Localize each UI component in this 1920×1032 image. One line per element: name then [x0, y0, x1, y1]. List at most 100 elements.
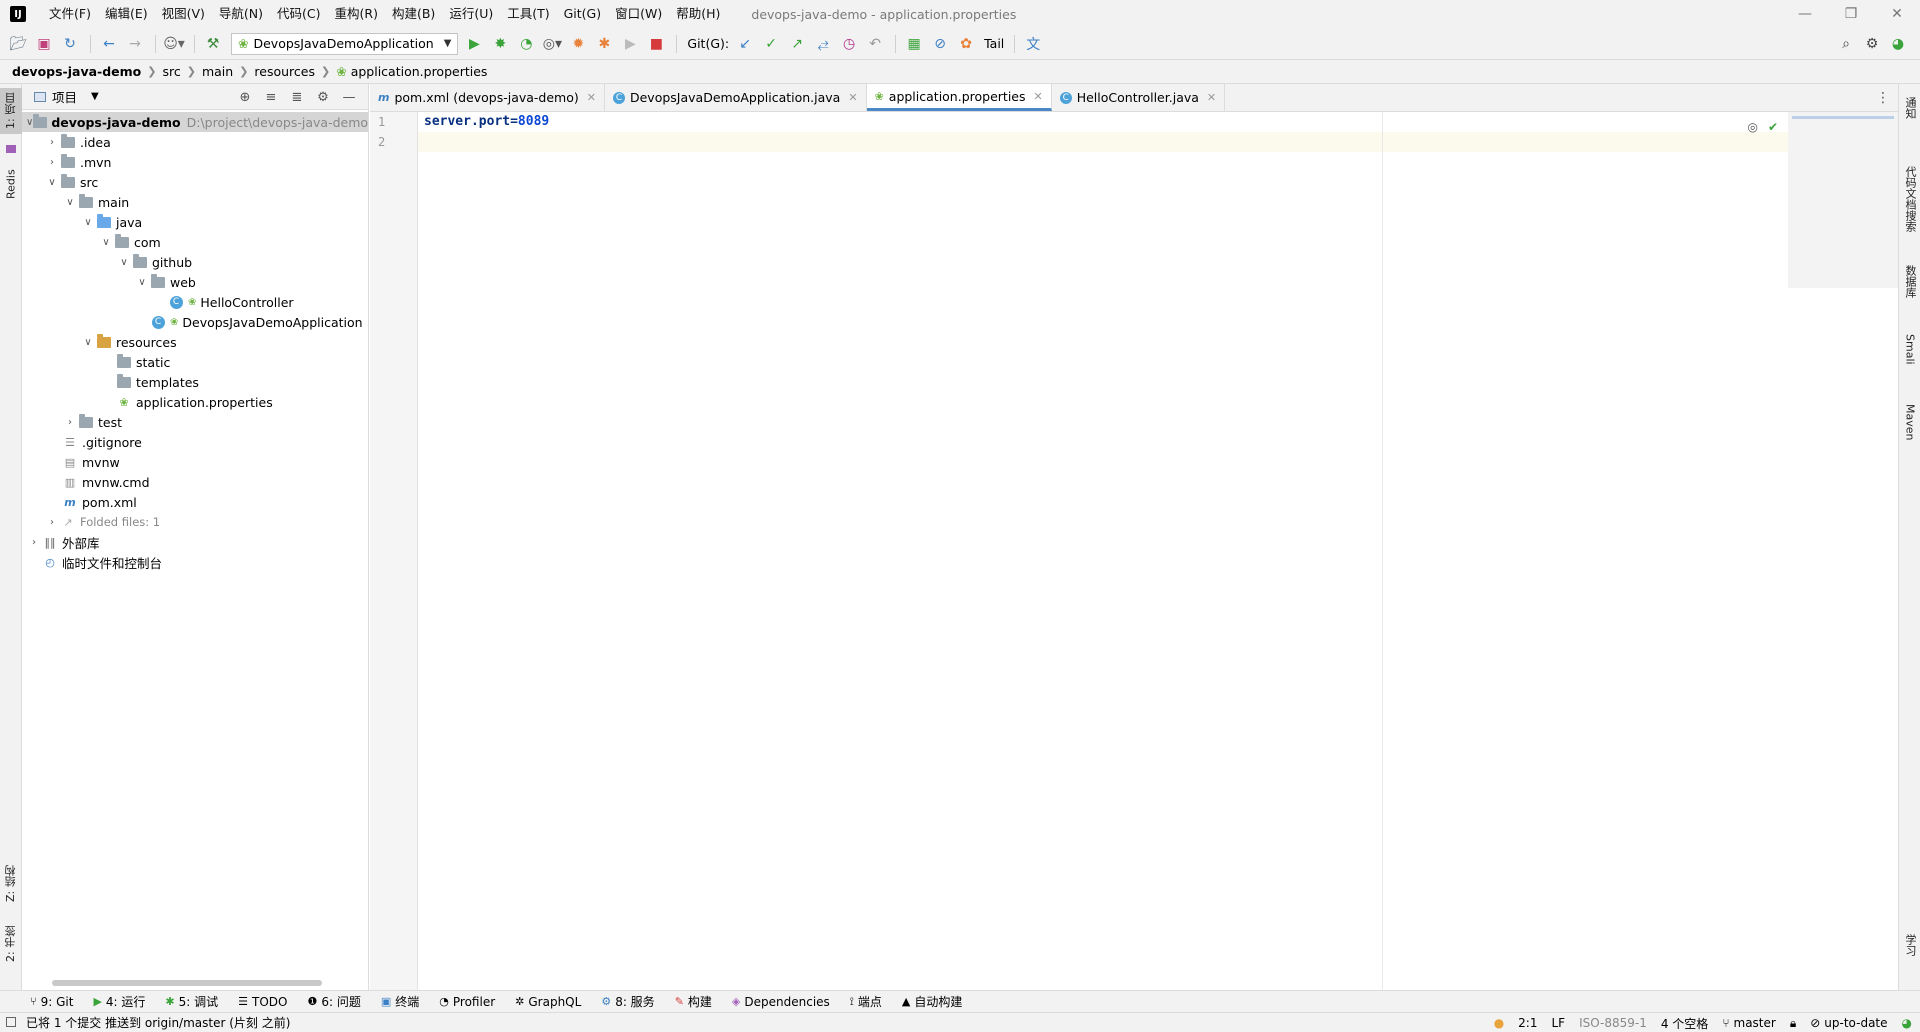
tree-row-test[interactable]: › test — [22, 412, 368, 432]
tool-auto-build[interactable]: ▲ 自动构建 — [902, 993, 962, 1010]
tool-tab-smali[interactable]: Smali — [1899, 324, 1920, 374]
chevron-down-icon[interactable]: ∨ — [26, 117, 33, 128]
status-message[interactable]: 已将 1 个提交 推送到 origin/master (片刻 之前) — [26, 1014, 290, 1031]
tree-row-idea[interactable]: › .idea — [22, 132, 368, 152]
menu-window[interactable]: 窗口(W) — [608, 0, 669, 28]
caret-position[interactable]: 2:1 — [1518, 1016, 1537, 1030]
build-hammer-icon[interactable]: ⚒ — [201, 32, 225, 56]
lock-icon[interactable]: 🔒︎ — [1790, 1016, 1796, 1031]
expand-all-icon[interactable]: ≡ — [258, 90, 284, 105]
tool-dependencies[interactable]: ◈ Dependencies — [732, 995, 830, 1009]
tool-run[interactable]: ▶ 4: 运行 — [93, 993, 145, 1010]
tree-row-mvn[interactable]: › .mvn — [22, 152, 368, 172]
line-separator[interactable]: LF — [1551, 1016, 1565, 1030]
profile-icon[interactable]: ◎▾ — [540, 32, 564, 56]
restore-icon[interactable]: ❐ — [1828, 0, 1874, 28]
more-vertical-icon[interactable]: ⋮ — [1876, 90, 1890, 106]
tool-tab-redis[interactable]: Redis — [0, 162, 22, 206]
open-folder-icon[interactable]: 📂︎ — [6, 32, 30, 56]
chevron-right-icon[interactable]: › — [62, 417, 78, 428]
save-icon[interactable]: ▣ — [32, 32, 56, 56]
tool-tab-database[interactable]: 数据库 — [1899, 256, 1920, 306]
close-icon[interactable]: ✕ — [1207, 91, 1216, 104]
gear-icon[interactable]: ⚙ — [310, 90, 336, 105]
code-line[interactable]: server.port=8089 — [418, 112, 1898, 132]
tool-todo[interactable]: ☰ TODO — [238, 995, 287, 1009]
tool-services[interactable]: ⚙ 8: 服务 — [601, 993, 654, 1010]
breadcrumb-item-resources[interactable]: resources — [254, 64, 315, 79]
git-push-icon[interactable]: ↗ — [785, 32, 809, 56]
toolbox-icon[interactable]: ◕ — [1886, 32, 1910, 56]
back-icon[interactable]: ← — [97, 32, 121, 56]
tool-terminal[interactable]: ▣ 终端 — [381, 993, 419, 1010]
menu-git[interactable]: Git(G) — [557, 0, 609, 28]
menu-help[interactable]: 帮助(H) — [669, 0, 727, 28]
tree-row-src[interactable]: ∨ src — [22, 172, 368, 192]
tool-problems[interactable]: ❶ 6: 问题 — [307, 993, 360, 1010]
debug-icon[interactable]: ✸ — [488, 32, 512, 56]
tree-row-hello-controller[interactable]: C ❀ HelloController — [22, 292, 368, 312]
minimap[interactable] — [1788, 112, 1898, 288]
monitor-icon[interactable]: ▦ — [902, 32, 926, 56]
sync-icon[interactable]: ↻ — [58, 32, 82, 56]
menu-run[interactable]: 运行(U) — [442, 0, 500, 28]
menu-edit[interactable]: 编辑(E) — [98, 0, 155, 28]
project-panel-title[interactable]: 项目 — [52, 87, 77, 106]
tool-tab-structure[interactable]: Z: 结构 — [0, 860, 22, 908]
locate-icon[interactable]: ⊕ — [232, 90, 258, 105]
breadcrumb-item-src[interactable]: src — [163, 64, 181, 79]
gear-icon[interactable]: ⚙ — [1860, 32, 1884, 56]
tool-graphql[interactable]: ✲ GraphQL — [515, 995, 581, 1009]
git-update-icon[interactable]: ↙ — [733, 32, 757, 56]
tool-git[interactable]: ⑂ 9: Git — [30, 995, 73, 1009]
jrebel-debug-icon[interactable]: ✱ — [592, 32, 616, 56]
menu-tools[interactable]: 工具(T) — [500, 0, 556, 28]
translate-icon[interactable]: 文 — [1021, 32, 1045, 56]
close-icon[interactable]: ✕ — [1874, 0, 1920, 28]
tail-button[interactable]: Tail — [984, 36, 1004, 51]
tree-row-mvnw-cmd[interactable]: ▥ mvnw.cmd — [22, 472, 368, 492]
hide-icon[interactable]: — — [336, 90, 362, 105]
minimize-icon[interactable]: — — [1782, 0, 1828, 28]
git-merge-icon[interactable]: ⥄ — [811, 32, 835, 56]
chevron-down-icon[interactable]: ∨ — [116, 257, 132, 268]
menu-navigate[interactable]: 导航(N) — [212, 0, 270, 28]
vcs-status[interactable]: up-to-date — [1824, 1016, 1887, 1030]
tree-row-com[interactable]: ∨ com — [22, 232, 368, 252]
tool-tab-code-search[interactable]: 代码文档搜索 — [1899, 154, 1920, 244]
chevron-down-icon[interactable]: ∨ — [62, 197, 78, 208]
chevron-right-icon[interactable]: › — [44, 157, 60, 168]
indent-setting[interactable]: 4 个空格 — [1661, 1015, 1708, 1032]
tree-row-github[interactable]: ∨ github — [22, 252, 368, 272]
git-commit-icon[interactable]: ✓ — [759, 32, 783, 56]
tree-row-web[interactable]: ∨ web — [22, 272, 368, 292]
menu-code[interactable]: 代码(C) — [270, 0, 327, 28]
search-icon[interactable]: ⌕ — [1834, 32, 1858, 56]
close-icon[interactable]: ✕ — [587, 91, 596, 104]
tree-row-resources[interactable]: ∨ resources — [22, 332, 368, 352]
git-rollback-icon[interactable]: ↶ — [863, 32, 887, 56]
chevron-right-icon[interactable]: › — [44, 137, 60, 148]
git-branch[interactable]: master — [1734, 1016, 1776, 1030]
tree-row-pom[interactable]: m pom.xml — [22, 492, 368, 512]
panel-toggle-icon[interactable] — [6, 1017, 16, 1027]
file-encoding[interactable]: ISO-8859-1 — [1579, 1016, 1647, 1030]
forward-icon[interactable]: → — [123, 32, 147, 56]
close-icon[interactable]: ✕ — [1034, 90, 1043, 103]
resume-icon[interactable]: ▶ — [618, 32, 642, 56]
chevron-down-icon[interactable]: ∨ — [80, 337, 96, 348]
tree-row-project-root[interactable]: ∨ devops-java-demo D:\project\devops-jav… — [22, 112, 368, 132]
menu-view[interactable]: 视图(V) — [155, 0, 212, 28]
close-icon[interactable]: ✕ — [848, 91, 857, 104]
tab-application-properties[interactable]: ❀ application.properties ✕ — [866, 84, 1052, 111]
chevron-right-icon[interactable]: › — [44, 517, 60, 528]
stop-icon[interactable]: ■ — [644, 32, 668, 56]
tree-row-java[interactable]: ∨ java — [22, 212, 368, 232]
menu-refactor[interactable]: 重构(R) — [328, 0, 385, 28]
tool-tab-learn[interactable]: 学习 — [1899, 920, 1920, 970]
tree-row-mvnw[interactable]: ▤ mvnw — [22, 452, 368, 472]
collapse-all-icon[interactable]: ≣ — [284, 90, 310, 105]
breadcrumb-item-file[interactable]: application.properties — [351, 64, 488, 79]
tool-tab-notifications[interactable]: 通知 — [1899, 88, 1920, 128]
chevron-right-icon[interactable]: › — [26, 537, 42, 548]
